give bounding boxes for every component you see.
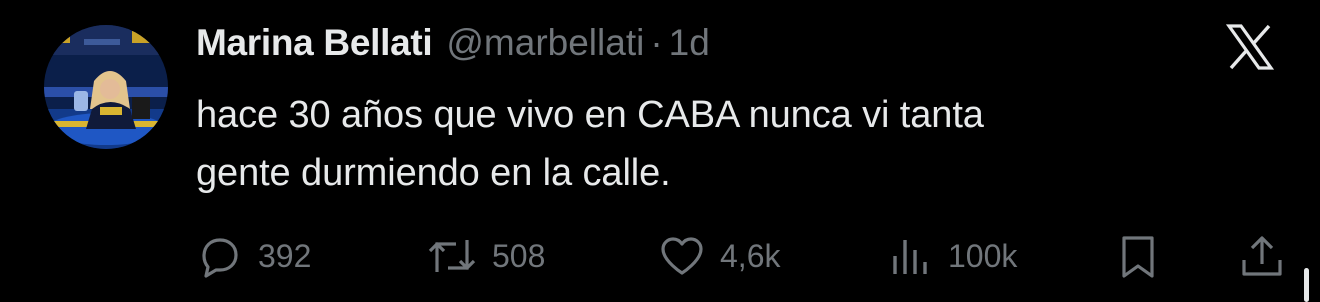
tweet-text: hace 30 años que vivo en CABA nunca vi t… xyxy=(196,86,1256,202)
user-handle[interactable]: @marbellati xyxy=(446,22,644,64)
heart-icon xyxy=(658,232,706,280)
scrollbar-thumb[interactable] xyxy=(1304,268,1309,302)
reply-icon xyxy=(196,232,244,280)
bookmark-icon xyxy=(1114,232,1162,280)
views-count: 100k xyxy=(948,237,1018,274)
bookmark-button[interactable] xyxy=(1114,228,1162,284)
avatar[interactable] xyxy=(44,25,168,149)
views-button[interactable]: 100k xyxy=(886,228,1017,284)
avatar-image xyxy=(44,25,168,149)
tweet-header: Marina Bellati @marbellati · 1d xyxy=(196,22,710,74)
tweet-text-line-1: hace 30 años que vivo en CABA nunca vi t… xyxy=(196,94,984,136)
timestamp[interactable]: 1d xyxy=(669,22,710,64)
reply-button[interactable]: 392 xyxy=(196,228,311,284)
like-button[interactable]: 4,6k xyxy=(658,228,780,284)
share-button[interactable] xyxy=(1238,228,1286,284)
share-icon xyxy=(1238,232,1286,280)
tweet-card[interactable]: Marina Bellati @marbellati · 1d hace 30 … xyxy=(0,0,1320,302)
repost-count: 508 xyxy=(492,237,546,274)
x-logo-icon[interactable] xyxy=(1225,24,1275,70)
repost-button[interactable]: 508 xyxy=(426,228,545,284)
reply-count: 392 xyxy=(258,237,312,274)
views-icon xyxy=(886,232,934,280)
display-name[interactable]: Marina Bellati xyxy=(196,22,433,64)
separator-dot: · xyxy=(650,22,663,63)
tweet-text-line-2: gente durmiendo en la calle. xyxy=(196,152,671,194)
action-bar: 392 508 4,6k 100k xyxy=(0,228,1320,284)
like-count: 4,6k xyxy=(720,237,781,274)
repost-icon xyxy=(426,232,478,280)
